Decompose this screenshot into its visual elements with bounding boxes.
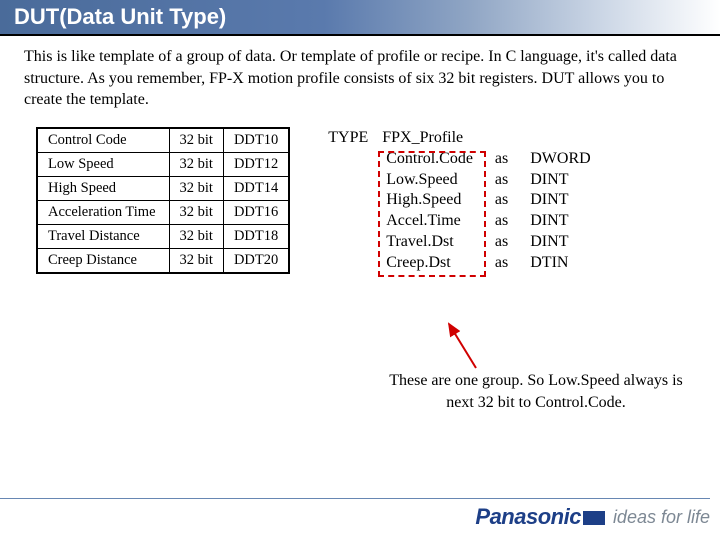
- reg-bits: 32 bit: [169, 152, 223, 176]
- reg-name: Low Speed: [37, 152, 169, 176]
- field-name: Accel.Time: [386, 211, 473, 232]
- reg-addr: DDT10: [223, 128, 289, 153]
- reg-addr: DDT14: [223, 176, 289, 200]
- field-as: as: [495, 170, 508, 191]
- page-title: DUT(Data Unit Type): [14, 4, 226, 29]
- reg-bits: 32 bit: [169, 248, 223, 273]
- field-name: Travel.Dst: [386, 232, 473, 253]
- reg-name: Travel Distance: [37, 224, 169, 248]
- reg-name: Acceleration Time: [37, 200, 169, 224]
- type-keyword: TYPE: [328, 129, 368, 147]
- reg-bits: 32 bit: [169, 176, 223, 200]
- register-table: Control Code32 bitDDT10 Low Speed32 bitD…: [36, 127, 290, 274]
- field-as: as: [495, 149, 508, 170]
- reg-name: Control Code: [37, 128, 169, 153]
- field-type: DINT: [530, 190, 590, 211]
- table-row: Control Code32 bitDDT10: [37, 128, 289, 153]
- struct-name: FPX_Profile: [382, 129, 594, 147]
- intro-paragraph: This is like template of a group of data…: [0, 36, 720, 127]
- register-table-container: Control Code32 bitDDT10 Low Speed32 bitD…: [36, 127, 290, 276]
- field-as: as: [495, 232, 508, 253]
- field-name: Low.Speed: [386, 170, 473, 191]
- reg-addr: DDT20: [223, 248, 289, 273]
- group-note: These are one group. So Low.Speed always…: [376, 370, 696, 413]
- reg-name: High Speed: [37, 176, 169, 200]
- brand-tagline: ideas for life: [613, 507, 710, 528]
- brand-box-icon: [583, 511, 605, 525]
- field-as: as: [495, 190, 508, 211]
- type-definition: TYPE FPX_Profile Control.Code as DWORD Low…: [328, 127, 594, 276]
- field-name: High.Speed: [386, 190, 473, 211]
- content-area: Control Code32 bitDDT10 Low Speed32 bitD…: [0, 127, 720, 276]
- field-name: Control.Code: [386, 149, 473, 170]
- field-type: DTIN: [530, 253, 590, 274]
- page-title-bar: DUT(Data Unit Type): [0, 0, 720, 36]
- field-as: as: [495, 253, 508, 274]
- field-type: DINT: [530, 211, 590, 232]
- brand-logo: Panasonic: [475, 504, 605, 530]
- field-type: DINT: [530, 232, 590, 253]
- reg-bits: 32 bit: [169, 224, 223, 248]
- field-type: DWORD: [530, 149, 590, 170]
- reg-bits: 32 bit: [169, 200, 223, 224]
- reg-addr: DDT18: [223, 224, 289, 248]
- reg-addr: DDT12: [223, 152, 289, 176]
- field-type: DINT: [530, 170, 590, 191]
- field-name: Creep.Dst: [386, 253, 473, 274]
- footer: Panasonic ideas for life: [0, 498, 710, 530]
- table-row: Low Speed32 bitDDT12: [37, 152, 289, 176]
- struct-block: FPX_Profile Control.Code as DWORD Low.Spee…: [382, 129, 594, 276]
- table-row: Creep Distance32 bitDDT20: [37, 248, 289, 273]
- table-row: High Speed32 bitDDT14: [37, 176, 289, 200]
- reg-addr: DDT16: [223, 200, 289, 224]
- reg-name: Creep Distance: [37, 248, 169, 273]
- table-row: Acceleration Time32 bitDDT16: [37, 200, 289, 224]
- field-as: as: [495, 211, 508, 232]
- table-row: Travel Distance32 bitDDT18: [37, 224, 289, 248]
- arrow-icon: [434, 318, 494, 378]
- reg-bits: 32 bit: [169, 128, 223, 153]
